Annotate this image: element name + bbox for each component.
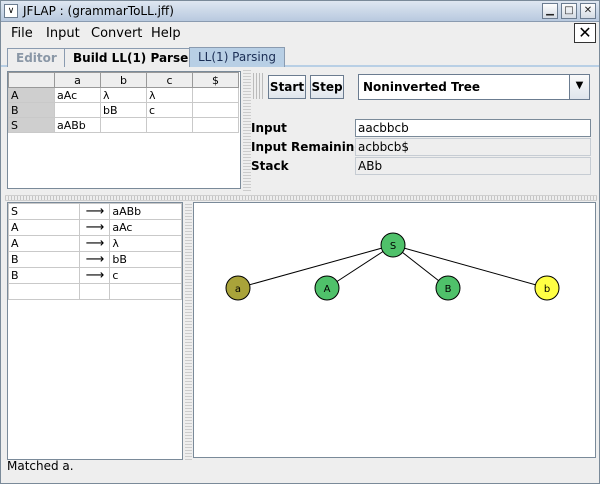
minimize-icon[interactable]: ▁: [542, 3, 558, 19]
table-row: [7, 283, 182, 300]
arrow-icon: ⟶: [79, 219, 111, 236]
grammar-arrow-empty: [79, 283, 111, 300]
parse-table-row-header: B: [8, 102, 55, 118]
window-title: JFLAP : (grammarToLL.jff): [23, 4, 174, 18]
parse-table-panel: a b c $ A aAc λ λ B bB c S aABb: [7, 71, 241, 189]
tab-ll1-parsing[interactable]: LL(1) Parsing: [189, 47, 285, 67]
vertical-splitter[interactable]: [185, 202, 192, 460]
tab-editor[interactable]: Editor: [7, 48, 66, 67]
start-button[interactable]: Start: [268, 75, 306, 99]
grammar-panel: S ⟶ aABb A ⟶ aAc A ⟶ λ B ⟶ bB B ⟶ c: [7, 202, 183, 460]
close-window-icon[interactable]: ✕: [580, 3, 596, 19]
parse-table-header: a b c $: [8, 72, 239, 88]
grammar-lhs[interactable]: [7, 283, 81, 300]
parse-table-header-cell: a: [54, 72, 101, 88]
table-row: S ⟶ aABb: [7, 203, 182, 220]
grammar-lhs[interactable]: B: [7, 251, 81, 268]
title-bar: ∨ JFLAP : (grammarToLL.jff) ▁ □ ✕: [1, 1, 599, 22]
parse-table-cell[interactable]: λ: [146, 87, 193, 103]
menu-input[interactable]: Input: [46, 26, 80, 41]
parse-table-cell[interactable]: [192, 87, 239, 103]
parse-table-header-cell: b: [100, 72, 147, 88]
table-row: A ⟶ aAc: [7, 219, 182, 236]
parse-table: a b c $ A aAc λ λ B bB c S aABb: [8, 72, 239, 133]
parse-table-header-cell: $: [192, 72, 239, 88]
grammar-lhs[interactable]: A: [7, 219, 81, 236]
tree-node-label: b: [544, 284, 550, 295]
parse-table-cell[interactable]: aAc: [54, 87, 101, 103]
tree-edge: [237, 244, 394, 289]
table-row: B ⟶ bB: [7, 251, 182, 268]
table-row: B bB c: [8, 102, 239, 118]
menu-file[interactable]: File: [11, 26, 33, 41]
vertical-splitter[interactable]: [243, 69, 251, 193]
parse-table-header-cell: [8, 72, 55, 88]
grammar-rhs[interactable]: c: [109, 267, 182, 284]
grammar-lhs[interactable]: B: [7, 267, 81, 284]
parse-table-cell[interactable]: bB: [100, 102, 147, 118]
parse-table-cell[interactable]: [192, 117, 239, 133]
parse-table-cell[interactable]: λ: [100, 87, 147, 103]
parse-table-cell[interactable]: c: [146, 102, 193, 118]
close-tab-icon[interactable]: ✕: [574, 23, 596, 43]
arrow-icon: ⟶: [79, 267, 111, 284]
status-text: Matched a.: [7, 459, 74, 473]
parse-table-cell[interactable]: [100, 117, 147, 133]
app-window: ∨ JFLAP : (grammarToLL.jff) ▁ □ ✕ File I…: [0, 0, 600, 484]
stack-field: ABb: [355, 157, 591, 175]
chevron-down-icon[interactable]: ▼: [569, 75, 589, 99]
input-remaining-field: acbbcb$: [355, 138, 591, 156]
grammar-rhs[interactable]: λ: [109, 235, 182, 252]
tab-bar: Editor Build LL(1) Parse LL(1) Parsing: [1, 45, 599, 67]
tree-node-label: S: [390, 241, 396, 252]
view-select[interactable]: Noninverted Tree ▼: [358, 74, 590, 100]
parse-controls: Start Step Noninverted Tree ▼ Input aacb…: [251, 71, 596, 191]
table-row: S aABb: [8, 117, 239, 133]
grammar-rhs[interactable]: [109, 283, 182, 300]
arrow-icon: ⟶: [79, 251, 111, 268]
input-remaining-label: Input Remaining: [251, 140, 363, 154]
table-row: A ⟶ λ: [7, 235, 182, 252]
parse-table-cell[interactable]: [192, 102, 239, 118]
parse-table-header-cell: c: [146, 72, 193, 88]
parse-table-row-header: S: [8, 117, 55, 133]
parse-tree-panel: S a A B b: [193, 202, 596, 458]
menu-convert[interactable]: Convert: [91, 26, 142, 41]
menu-help[interactable]: Help: [151, 26, 181, 41]
horizontal-splitter[interactable]: [5, 195, 597, 201]
grammar-table: S ⟶ aABb A ⟶ aAc A ⟶ λ B ⟶ bB B ⟶ c: [7, 203, 182, 300]
input-field[interactable]: aacbbcb: [355, 119, 591, 137]
tab-build-ll1-parse[interactable]: Build LL(1) Parse: [64, 48, 198, 67]
arrow-icon: ⟶: [79, 203, 111, 220]
parse-table-row-header: A: [8, 87, 55, 103]
stack-label: Stack: [251, 159, 289, 173]
tree-edge: [392, 244, 548, 289]
table-row: A aAc λ λ: [8, 87, 239, 103]
parse-table-cell[interactable]: [146, 117, 193, 133]
menu-bar: File Input Convert Help: [1, 22, 599, 45]
toolbar-grip-icon[interactable]: [253, 73, 263, 99]
grammar-lhs[interactable]: A: [7, 235, 81, 252]
maximize-icon[interactable]: □: [561, 3, 577, 19]
tree-node-label: A: [324, 284, 331, 295]
view-select-value: Noninverted Tree: [363, 80, 481, 94]
grammar-rhs[interactable]: bB: [109, 251, 182, 268]
step-button[interactable]: Step: [310, 75, 344, 99]
parse-table-cell[interactable]: aABb: [54, 117, 101, 133]
tree-node-label: a: [235, 284, 241, 295]
parse-table-cell[interactable]: [54, 102, 101, 118]
table-row: B ⟶ c: [7, 267, 182, 284]
arrow-icon: ⟶: [79, 235, 111, 252]
input-label: Input: [251, 121, 287, 135]
grammar-rhs[interactable]: aABb: [109, 203, 182, 220]
grammar-lhs[interactable]: S: [7, 203, 81, 220]
window-menu-icon[interactable]: ∨: [4, 4, 18, 18]
tree-node-label: B: [445, 284, 452, 295]
grammar-rhs[interactable]: aAc: [109, 219, 182, 236]
parse-tree: S a A B b: [225, 232, 560, 301]
